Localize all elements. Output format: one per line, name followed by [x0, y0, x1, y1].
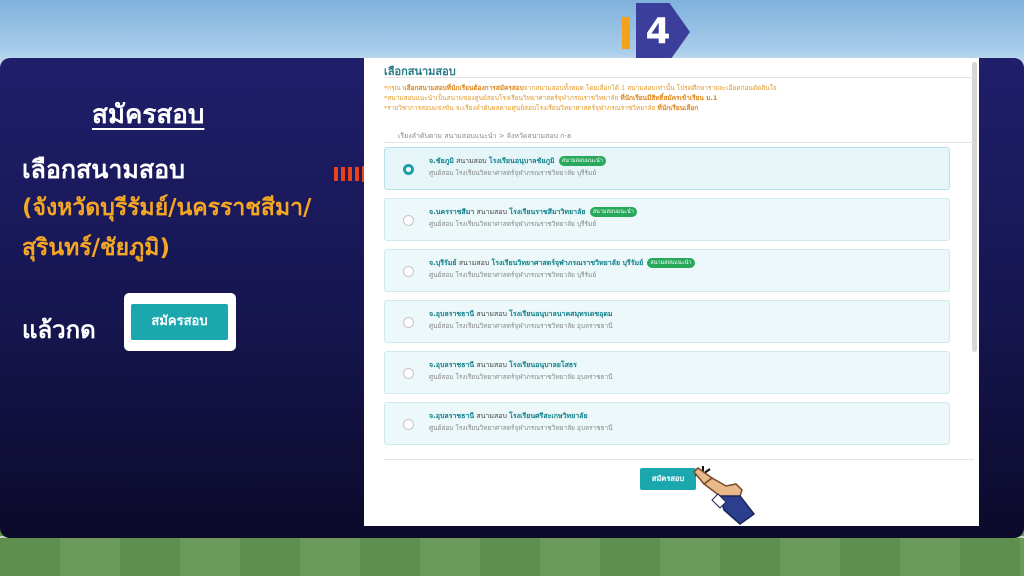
venue-option[interactable]: จ.นครราชสีมา สนามสอบ โรงเรียนราชสีมาวิทย… — [384, 198, 950, 241]
instruction-provinces: (จังหวัดบุรีรัมย์/นครราชสีมา/สุรินทร์/ชั… — [22, 195, 312, 261]
exam-venue-form: เลือกสนามสอบ *กรุณาเลือกสนามสอบที่นักเรี… — [364, 58, 979, 526]
demo-apply-button: สมัครสอบ — [131, 304, 228, 340]
note-line: *สนามสอบแนะนำเป็นสนามของศูนย์สอบโรงเรียน… — [384, 94, 718, 102]
venue-option[interactable]: จ.อุบลราชธานี สนามสอบ โรงเรียนอนุบาลนาคส… — [384, 300, 950, 343]
venue-center: ศูนย์สอบ โรงเรียนวิทยาศาสตร์จุฬาภรณราชวิ… — [429, 169, 597, 177]
recommended-badge: สนามสอบแนะนำ — [589, 207, 637, 217]
arrow-dash — [355, 167, 359, 181]
venue-option[interactable]: จ.อุบลราชธานี สนามสอบ โรงเรียนอนุบาลยโสธ… — [384, 351, 950, 394]
title-divider — [384, 77, 974, 78]
step-number: 4 — [645, 11, 671, 52]
notes: *กรุณาเลือกสนามสอบที่นักเรียนต้องการสมัค… — [384, 83, 964, 113]
footer-divider — [384, 459, 974, 460]
sort-breadcrumb: เรียงลำดับตาม สนามสอบแนะนำ > จังหวัดสนาม… — [398, 132, 572, 140]
radio-icon[interactable] — [403, 419, 414, 430]
page-title: สมัครสอบ — [92, 100, 205, 130]
instruction-then: แล้วกด — [22, 316, 96, 344]
note-line: *รายวิชาการสอบแข่งขัน จะเรียงลำดับผลตามศ… — [384, 104, 699, 112]
venue-title: จ.อุบลราชธานี สนามสอบ โรงเรียนอนุบาลยโสธ… — [429, 361, 577, 369]
arrow-dash — [334, 167, 338, 181]
venue-title: จ.นครราชสีมา สนามสอบ โรงเรียนราชสีมาวิทย… — [429, 207, 637, 218]
radio-icon[interactable] — [403, 164, 414, 175]
apply-submit-button[interactable]: สมัครสอบ — [640, 468, 696, 490]
venue-center: ศูนย์สอบ โรงเรียนวิทยาศาสตร์จุฬาภรณราชวิ… — [429, 373, 613, 381]
scrollbar[interactable] — [972, 62, 977, 352]
arrow-dash — [348, 167, 352, 181]
step-accent-bar — [622, 17, 630, 49]
venue-center: ศูนย์สอบ โรงเรียนวิทยาศาสตร์จุฬาภรณราชวิ… — [429, 220, 597, 228]
venue-list: จ.ชัยภูมิ สนามสอบ โรงเรียนอนุบาลชัยภูมิ … — [384, 147, 950, 453]
instruction-heading: เลือกสนามสอบ — [22, 155, 186, 184]
venue-title: จ.อุบลราชธานี สนามสอบ โรงเรียนศรีสะเกษวิ… — [429, 412, 588, 420]
venue-title: จ.ชัยภูมิ สนามสอบ โรงเรียนอนุบาลชัยภูมิ … — [429, 156, 606, 167]
step-badge: 4 — [618, 3, 692, 61]
venue-option[interactable]: จ.ชัยภูมิ สนามสอบ โรงเรียนอนุบาลชัยภูมิ … — [384, 147, 950, 190]
radio-icon[interactable] — [403, 317, 414, 328]
pointing-hand-icon — [692, 467, 756, 525]
radio-icon[interactable] — [403, 266, 414, 277]
venue-title: จ.อุบลราชธานี สนามสอบ โรงเรียนอนุบาลนาคส… — [429, 310, 613, 318]
venue-option[interactable]: จ.อุบลราชธานี สนามสอบ โรงเรียนศรีสะเกษวิ… — [384, 402, 950, 445]
radio-icon[interactable] — [403, 215, 414, 226]
venue-option[interactable]: จ.บุรีรัมย์ สนามสอบ โรงเรียนวิทยาศาสตร์จ… — [384, 249, 950, 292]
venue-center: ศูนย์สอบ โรงเรียนวิทยาศาสตร์จุฬาภรณราชวิ… — [429, 271, 597, 279]
venue-center: ศูนย์สอบ โรงเรียนวิทยาศาสตร์จุฬาภรณราชวิ… — [429, 322, 613, 330]
demo-button-frame: สมัครสอบ — [124, 293, 236, 351]
breadcrumb-divider — [384, 142, 974, 143]
note-line: *กรุณาเลือกสนามสอบที่นักเรียนต้องการสมัค… — [384, 84, 777, 92]
venue-title: จ.บุรีรัมย์ สนามสอบ โรงเรียนวิทยาศาสตร์จ… — [429, 258, 695, 269]
radio-icon[interactable] — [403, 368, 414, 379]
arrow-dash — [341, 167, 345, 181]
recommended-badge: สนามสอบแนะนำ — [647, 258, 695, 268]
recommended-badge: สนามสอบแนะนำ — [558, 156, 606, 166]
venue-center: ศูนย์สอบ โรงเรียนวิทยาศาสตร์จุฬาภรณราชวิ… — [429, 424, 613, 432]
